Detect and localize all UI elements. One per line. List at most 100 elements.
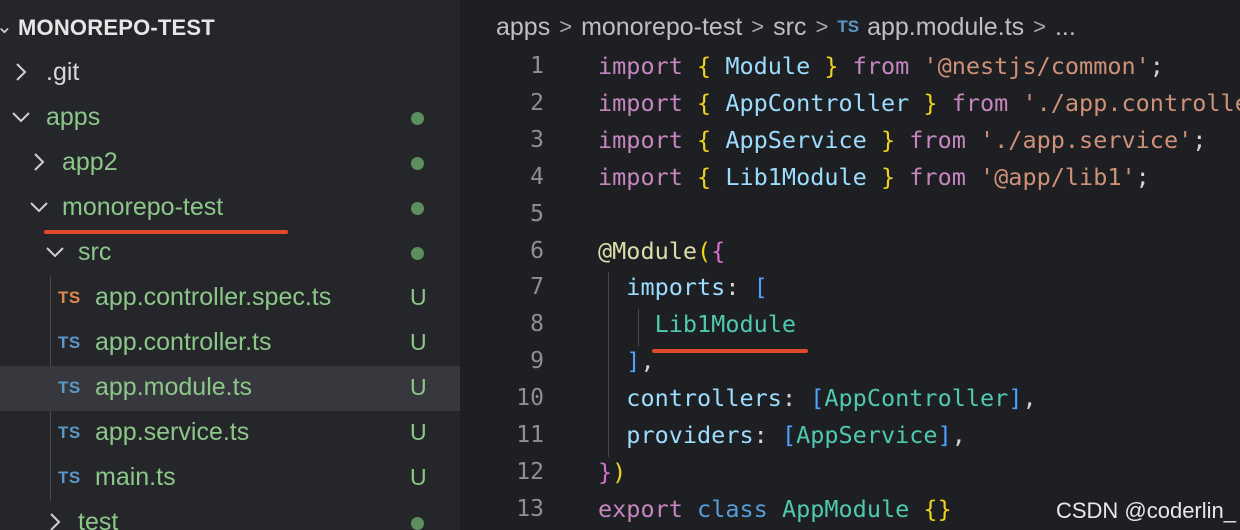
line-number: 10 <box>516 385 544 412</box>
tree-item-label: app.service.ts <box>95 418 250 446</box>
code-token: } <box>909 88 938 117</box>
tree-item-app-controller-spec[interactable]: TS app.controller.spec.ts U <box>0 276 460 321</box>
tree-item-label: app.controller.ts <box>95 328 272 356</box>
code-token: from <box>895 162 981 191</box>
code-token: ; <box>1149 52 1164 80</box>
typescript-file-icon: TS <box>837 17 860 37</box>
tree-item-app2[interactable]: app2 <box>0 141 460 186</box>
code-token: AppService <box>725 125 867 154</box>
code-text: @Module({ <box>598 237 725 265</box>
code-editor[interactable]: apps > monorepo-test > src > TS app.module.ts >.… <box>460 0 1240 530</box>
code-token: class <box>697 494 782 523</box>
tree-item-src[interactable]: src <box>0 231 460 276</box>
chevron-down-icon <box>44 240 66 264</box>
untracked-badge: U <box>410 284 427 310</box>
code-token: import <box>598 162 698 191</box>
code-line[interactable]: 12}) <box>460 456 1240 493</box>
code-line[interactable]: 9 ], <box>460 345 1240 382</box>
tree-item-git[interactable]: .git <box>0 51 460 96</box>
code-token: {} <box>923 494 952 523</box>
typescript-file-icon: TS <box>58 333 81 352</box>
code-token: ( <box>697 236 712 265</box>
tree-item-label: src <box>78 238 112 266</box>
breadcrumb-more[interactable]: ... <box>1055 13 1076 41</box>
code-token: '@app/lib1' <box>980 162 1136 191</box>
code-text: export class AppModule {} <box>598 495 952 523</box>
breadcrumb-item[interactable]: monorepo-test <box>581 13 742 41</box>
breadcrumb-file[interactable]: app.module.ts <box>867 13 1024 41</box>
tree-item-test[interactable]: test <box>0 501 460 530</box>
line-number: 6 <box>530 237 544 264</box>
explorer-title[interactable]: MONOREPO-TEST <box>18 15 215 41</box>
code-token: AppService <box>796 421 938 449</box>
tree-item-apps[interactable]: apps <box>0 96 460 141</box>
line-number: 8 <box>530 311 544 338</box>
code-token: from <box>838 52 924 80</box>
code-token: from <box>937 88 1023 117</box>
tree-item-main[interactable]: TS main.ts U <box>0 456 460 501</box>
modified-dot-icon <box>411 112 424 125</box>
tree-item-label: app.controller.spec.ts <box>95 283 332 311</box>
line-number: 9 <box>530 348 544 375</box>
code-token: ] <box>626 347 641 376</box>
code-line[interactable]: 8 Lib1Module <box>460 308 1240 345</box>
breadcrumb-item[interactable]: src <box>773 13 806 41</box>
code-token: { <box>697 88 726 117</box>
code-line[interactable]: 4 import { Lib1Module } from '@app/lib1'; <box>460 161 1240 198</box>
code-line[interactable]: 5 <box>460 198 1240 235</box>
code-token: @Module <box>598 236 698 265</box>
code-token: ; <box>1135 162 1150 191</box>
code-token: ] <box>1008 384 1023 413</box>
code-line[interactable]: 6 @Module({ <box>460 235 1240 272</box>
code-token: import <box>598 52 698 80</box>
breadcrumb: apps > monorepo-test > src > TS app.module.ts >.… <box>496 12 1076 42</box>
code-line[interactable]: 11 providers: [AppService], <box>460 419 1240 456</box>
code-text: Lib1Module <box>598 310 796 338</box>
code-token: { <box>697 125 726 154</box>
tree-item-app-controller[interactable]: TS app.controller.ts U <box>0 321 460 366</box>
line-number: 2 <box>530 89 544 116</box>
code-line[interactable]: 10 controllers: [AppController], <box>460 382 1240 419</box>
tree-item-monorepo-test[interactable]: monorepo-test <box>0 186 460 231</box>
code-token: { <box>697 162 726 191</box>
code-token: Lib1Module <box>725 162 867 191</box>
tree-item-app-module[interactable]: TS app.module.ts U <box>0 366 460 411</box>
modified-dot-icon <box>411 247 424 260</box>
tree-item-label: app.module.ts <box>95 373 253 401</box>
chevron-down-icon <box>10 105 32 129</box>
annotation-underline <box>652 349 808 353</box>
line-number: 3 <box>530 126 544 153</box>
code-line[interactable]: 3 import { AppService } from './app.servi… <box>460 124 1240 161</box>
chevron-right-icon: > <box>751 14 765 40</box>
code-line[interactable]: 7 imports: [ <box>460 271 1240 308</box>
untracked-badge: U <box>410 464 427 490</box>
tree-item-label: apps <box>46 103 101 131</box>
tree-item-app-service[interactable]: TS app.service.ts U <box>0 411 460 456</box>
chevron-right-icon <box>48 510 70 530</box>
code-token: : <box>753 421 782 449</box>
code-line[interactable]: 2 import { AppController } from './app.co… <box>460 87 1240 124</box>
code-token: } <box>866 125 896 154</box>
untracked-badge: U <box>410 419 427 445</box>
tree-item-label: monorepo-test <box>62 193 224 221</box>
code-token: './app.service' <box>980 125 1193 154</box>
typescript-file-icon: TS <box>58 378 81 397</box>
code-token: , <box>951 421 966 449</box>
tree-item-label: .git <box>46 58 80 86</box>
code-token: import <box>598 125 698 154</box>
code-text: imports: [ <box>598 273 768 301</box>
modified-dot-icon <box>411 517 424 530</box>
typescript-file-icon: TS <box>58 423 81 442</box>
breadcrumb-item[interactable]: apps <box>496 13 550 41</box>
code-line[interactable]: 1 import { Module } from '@nestjs/common'… <box>460 50 1240 87</box>
chevron-down-icon[interactable]: ⌄ <box>0 14 13 39</box>
code-token: Module <box>725 52 811 80</box>
code-token: } <box>598 457 613 486</box>
code-text: }) <box>598 458 626 486</box>
line-number: 13 <box>516 495 544 522</box>
code-token: AppController <box>725 88 910 117</box>
